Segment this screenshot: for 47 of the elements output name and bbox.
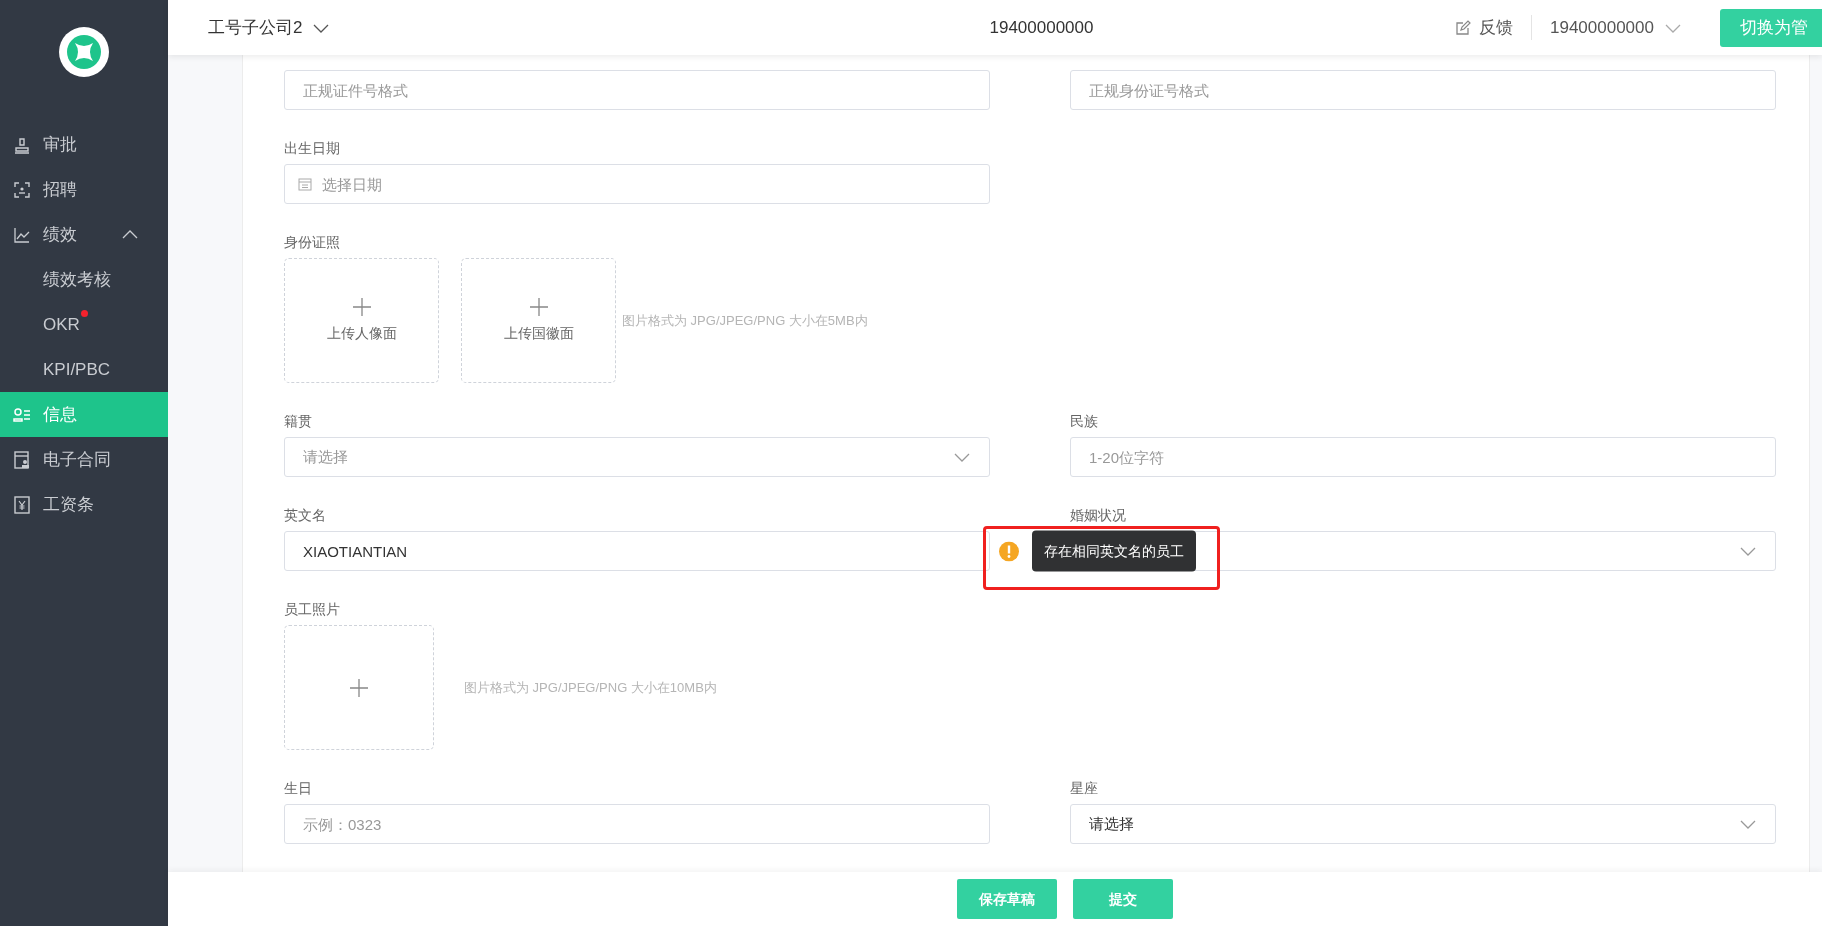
stamp-icon — [13, 135, 31, 154]
sidebar-item[interactable]: 电子合同 — [0, 437, 168, 482]
document-person-icon — [13, 450, 31, 469]
sidebar-item[interactable]: 工资条 — [0, 482, 168, 527]
plus-icon — [351, 297, 372, 317]
sidebar-item[interactable]: 审批 — [0, 122, 168, 167]
tooltip: 存在相同英文名的员工 — [1032, 530, 1196, 572]
field-label: 英文名 — [284, 506, 326, 525]
phone-number: 19400000000 — [989, 17, 1094, 37]
account-menu[interactable]: 19400000000 — [1550, 14, 1654, 41]
line-chart-icon — [13, 225, 31, 244]
sidebar-item[interactable]: KPI/PBC — [0, 347, 168, 392]
input-field[interactable]: 正规证件号格式 — [284, 70, 990, 110]
input-field[interactable]: 示例：0323 — [284, 804, 990, 844]
sidebar-item[interactable]: 绩效 — [0, 212, 168, 257]
sidebar-item[interactable]: OKR — [0, 302, 168, 347]
select-field[interactable]: 请选择 — [1070, 804, 1776, 844]
plus-icon — [349, 677, 369, 698]
calendar-icon — [298, 177, 312, 191]
logo-icon — [59, 27, 109, 77]
scan-icon — [13, 180, 31, 199]
field-label: 民族 — [1070, 412, 1098, 431]
field-label: 员工照片 — [284, 600, 340, 619]
hint-text: 图片格式为 JPG/JPEG/PNG 大小在5MB内 — [622, 311, 868, 330]
feedback-link[interactable]: 反馈 — [1455, 14, 1532, 41]
sidebar-item[interactable]: 招聘 — [0, 167, 168, 212]
input-field[interactable]: XIAOTIANTIAN — [284, 531, 990, 571]
input-field[interactable]: 正规身份证号格式 — [1070, 70, 1776, 110]
input-field[interactable]: 1-20位字符 — [1070, 437, 1776, 477]
field-label: 籍贯 — [284, 412, 312, 431]
field-label: 出生日期 — [284, 139, 340, 158]
date-field[interactable]: 选择日期 — [284, 164, 990, 204]
field-label: 星座 — [1070, 779, 1098, 798]
plus-icon — [528, 297, 549, 317]
sidebar-item[interactable]: 绩效考核 — [0, 257, 168, 302]
yen-icon — [13, 495, 31, 514]
upload-tile[interactable]: 上传人像面 — [284, 258, 439, 383]
upload-tile[interactable]: 上传国徽面 — [461, 258, 616, 383]
field-label: 身份证照 — [284, 233, 340, 252]
hint-text: 图片格式为 JPG/JPEG/PNG 大小在10MB内 — [464, 678, 717, 697]
warning-icon — [999, 541, 1019, 561]
edit-icon — [1455, 19, 1471, 36]
upload-tile[interactable] — [284, 625, 434, 750]
field-label: 生日 — [284, 779, 312, 798]
person-list-icon — [13, 405, 31, 424]
field-label: 婚姻状况 — [1070, 506, 1126, 525]
company-selector[interactable]: 工号子公司2 — [208, 14, 303, 41]
